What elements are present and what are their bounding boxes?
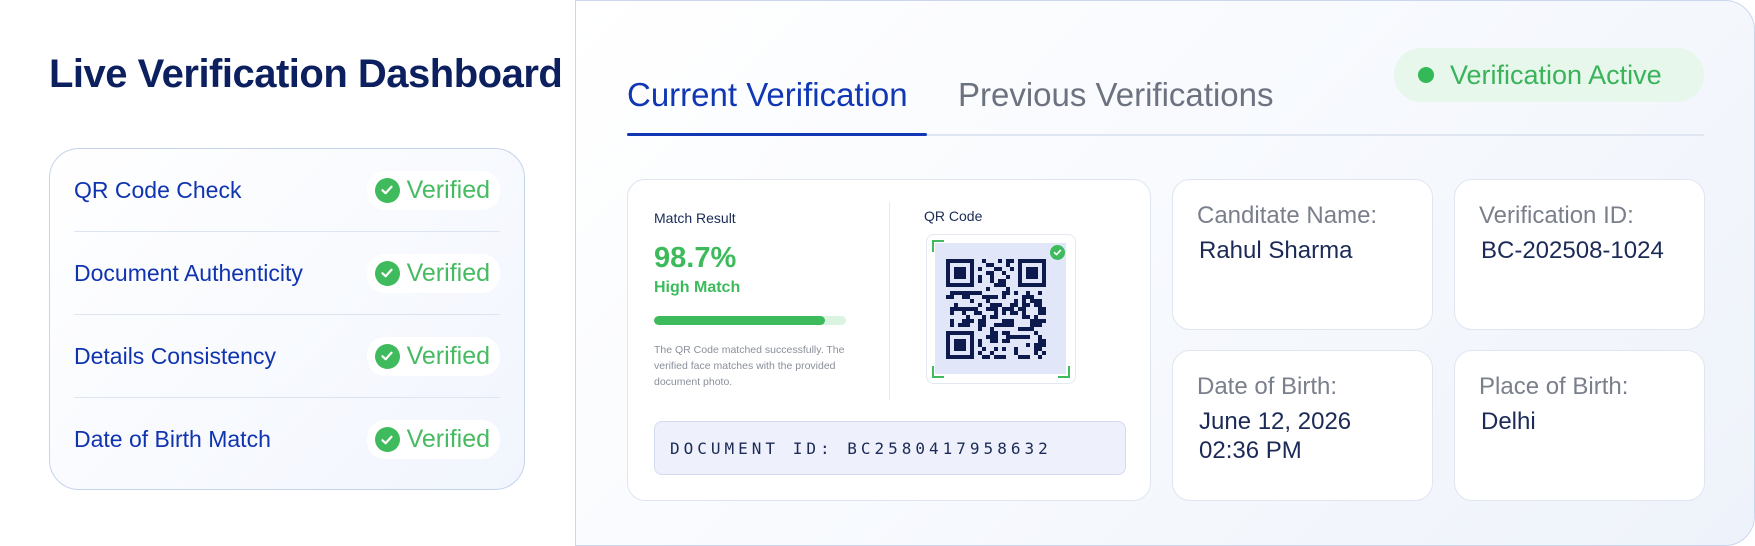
tab-current-verification[interactable]: Current Verification <box>627 76 908 114</box>
dob-value: June 12, 2026 02:36 PM <box>1199 407 1351 465</box>
verified-badge: Verified <box>366 170 500 210</box>
qr-code-icon <box>946 259 1046 359</box>
check-row-details-consistency: Details Consistency Verified <box>74 315 500 398</box>
verified-label: Verified <box>406 341 490 370</box>
check-label: Document Authenticity <box>74 259 303 286</box>
verified-label: Verified <box>406 258 490 287</box>
check-circle-icon <box>374 260 400 286</box>
verified-badge: Verified <box>366 253 500 293</box>
qr-code-frame <box>926 234 1076 384</box>
match-result-card: Match Result 98.7% High Match The QR Cod… <box>627 179 1151 501</box>
status-badge: Verification Active <box>1394 48 1704 102</box>
dob-date: June 12, 2026 <box>1199 408 1352 435</box>
check-label: QR Code Check <box>74 176 242 203</box>
verification-id-label: Verification ID: <box>1479 202 1634 229</box>
check-circle-icon <box>374 343 400 369</box>
tab-previous-verifications[interactable]: Previous Verifications <box>958 76 1273 114</box>
scan-corner-icon <box>932 240 944 252</box>
match-description: The QR Code matched successfully. The ve… <box>654 344 845 388</box>
date-of-birth-card: Date of Birth: June 12, 2026 02:36 PM <box>1172 350 1433 501</box>
candidate-name-label: Canditate Name: <box>1197 202 1378 229</box>
document-id-field: DOCUMENT ID: BC2580417958632 <box>654 421 1126 475</box>
match-result-label: Match Result <box>654 210 736 226</box>
scan-corner-icon <box>1058 366 1070 378</box>
check-label: Details Consistency <box>74 342 276 369</box>
status-dot-icon <box>1418 67 1434 83</box>
pob-value: Delhi <box>1481 408 1536 435</box>
scan-corner-icon <box>932 366 944 378</box>
match-progress-bar <box>654 316 846 325</box>
dob-time: 02:36 PM <box>1199 437 1302 464</box>
dob-label: Date of Birth: <box>1197 373 1338 400</box>
check-circle-icon <box>374 177 400 203</box>
check-label: Date of Birth Match <box>74 426 271 452</box>
verified-badge: Verified <box>366 420 500 459</box>
verification-panel: Current Verification Previous Verificati… <box>575 0 1755 546</box>
check-circle-icon <box>374 427 400 452</box>
dashboard-title: Live Verification Dashboard <box>49 52 563 96</box>
verification-id-card: Verification ID: BC-202508-1024 <box>1454 179 1705 330</box>
match-progress-fill <box>654 316 825 325</box>
card-divider <box>889 202 890 400</box>
match-percent: 98.7% <box>654 242 737 274</box>
status-label: Verification Active <box>1450 59 1662 90</box>
check-circle-icon <box>1050 245 1065 260</box>
verification-checklist: QR Code Check Verified Document Authenti… <box>49 148 525 490</box>
pob-label: Place of Birth: <box>1479 373 1629 400</box>
candidate-name-card: Canditate Name: Rahul Sharma <box>1172 179 1433 330</box>
candidate-name-value: Rahul Sharma <box>1199 237 1353 264</box>
check-row-date-of-birth: Date of Birth Match Verified <box>74 398 500 481</box>
verified-label: Verified <box>406 175 490 204</box>
verification-id-value: BC-202508-1024 <box>1481 237 1664 264</box>
check-row-document-authenticity: Document Authenticity Verified <box>74 232 500 315</box>
verified-badge: Verified <box>366 336 500 376</box>
place-of-birth-card: Place of Birth: Delhi <box>1454 350 1705 501</box>
match-level: High Match <box>654 279 741 296</box>
check-row-qr-code: QR Code Check Verified <box>74 149 500 232</box>
verified-label: Verified <box>406 425 490 453</box>
active-tab-indicator <box>627 133 927 136</box>
qr-code-label: QR Code <box>924 208 983 224</box>
